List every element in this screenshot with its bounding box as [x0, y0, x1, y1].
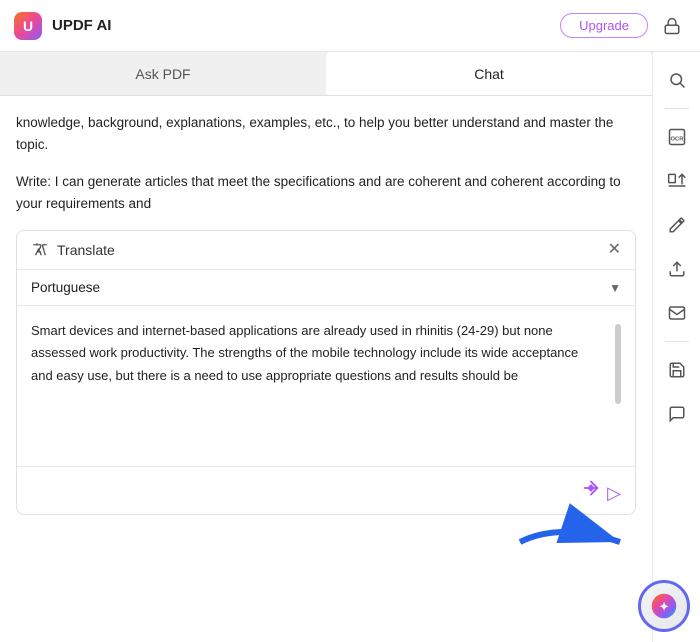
- sidebar-divider-2: [665, 341, 689, 342]
- chevron-down-icon: ▼: [609, 281, 621, 295]
- comment-icon: [668, 405, 686, 423]
- save-icon: [668, 361, 686, 379]
- translate-close-button[interactable]: ✕: [608, 242, 621, 258]
- send-button[interactable]: ▷: [580, 477, 621, 504]
- updf-logo-icon: U: [12, 10, 44, 42]
- send-icon: [580, 477, 602, 499]
- translate-card-header: Translate ✕: [17, 231, 635, 270]
- upgrade-button[interactable]: Upgrade: [560, 13, 648, 38]
- mail-icon: [668, 304, 686, 322]
- right-sidebar: OCR: [652, 52, 700, 642]
- main-area: Ask PDF Chat knowledge, background, expl…: [0, 52, 700, 642]
- chat-content[interactable]: knowledge, background, explanations, exa…: [0, 96, 652, 642]
- content-panel: Ask PDF Chat knowledge, background, expl…: [0, 52, 652, 642]
- tab-chat[interactable]: Chat: [326, 52, 652, 95]
- sidebar-save-button[interactable]: [657, 350, 697, 390]
- sidebar-comment-button[interactable]: [657, 394, 697, 434]
- translate-icon: [31, 241, 49, 259]
- input-area: ▷: [17, 466, 635, 514]
- svg-text:OCR: OCR: [670, 136, 684, 142]
- lock-icon[interactable]: [656, 10, 688, 42]
- sidebar-upload-button[interactable]: [657, 249, 697, 289]
- header: U UPDF AI Upgrade: [0, 0, 700, 52]
- header-actions: Upgrade: [560, 10, 688, 42]
- translate-card: Translate ✕ Portuguese ▼ Smart devices a…: [16, 230, 636, 515]
- ocr-icon: OCR: [667, 127, 687, 147]
- translate-title: Translate: [57, 242, 115, 258]
- upload-icon: [668, 260, 686, 278]
- language-select[interactable]: Portuguese ▼: [17, 270, 635, 306]
- sidebar-convert-button[interactable]: [657, 161, 697, 201]
- app-title: UPDF AI: [52, 17, 111, 34]
- sidebar-ocr-button[interactable]: OCR: [657, 117, 697, 157]
- translate-title-area: Translate: [31, 241, 115, 259]
- chat-message-1: knowledge, background, explanations, exa…: [16, 112, 636, 155]
- tab-ask-pdf[interactable]: Ask PDF: [0, 52, 326, 95]
- translate-content-area: Smart devices and internet-based applica…: [17, 306, 635, 466]
- sidebar-divider-1: [665, 108, 689, 109]
- edit-icon: [668, 216, 686, 234]
- convert-icon: [667, 171, 687, 191]
- svg-text:✦: ✦: [659, 601, 669, 613]
- fab-button[interactable]: ✦: [638, 580, 690, 632]
- fab-icon: ✦: [650, 592, 678, 620]
- sidebar-edit-button[interactable]: [657, 205, 697, 245]
- translated-text: Smart devices and internet-based applica…: [31, 320, 615, 452]
- selected-language: Portuguese: [31, 280, 100, 295]
- sidebar-search-button[interactable]: [657, 60, 697, 100]
- scrollbar[interactable]: [615, 324, 621, 404]
- sidebar-mail-button[interactable]: [657, 293, 697, 333]
- logo-area: U UPDF AI: [12, 10, 560, 42]
- svg-text:U: U: [23, 18, 33, 34]
- tab-bar: Ask PDF Chat: [0, 52, 652, 96]
- chat-message-2: Write: I can generate articles that meet…: [16, 171, 636, 214]
